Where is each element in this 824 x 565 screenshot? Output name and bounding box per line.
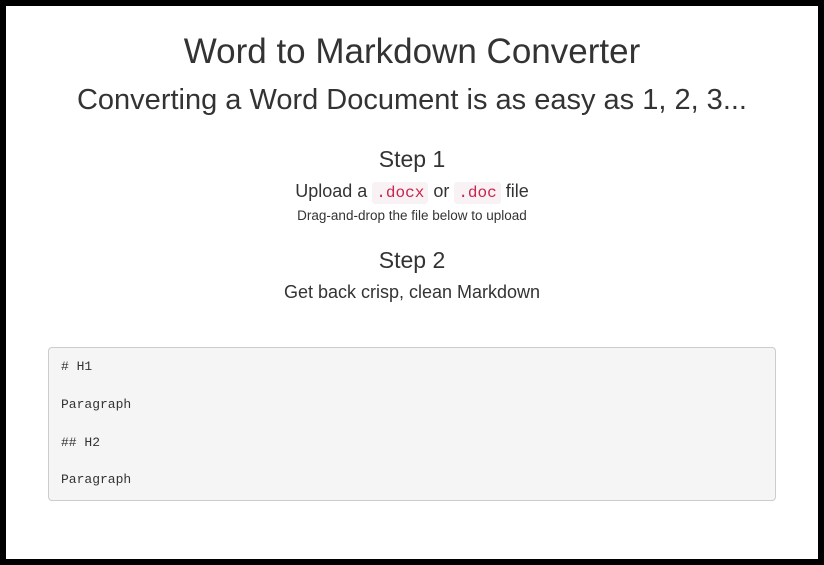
step-1-prefix: Upload a <box>295 181 372 201</box>
page-title: Word to Markdown Converter <box>46 32 778 72</box>
step-1-block: Step 1 Upload a .docx or .doc file Drag-… <box>46 146 778 223</box>
step-2-block: Step 2 Get back crisp, clean Markdown <box>46 247 778 303</box>
step-1-subtext: Drag-and-drop the file below to upload <box>46 208 778 223</box>
step-2-heading: Step 2 <box>46 247 778 274</box>
step-1-text: Upload a .docx or .doc file <box>46 181 778 202</box>
step-1-heading: Step 1 <box>46 146 778 173</box>
step-2-text: Get back crisp, clean Markdown <box>46 282 778 303</box>
step-1-mid: or <box>428 181 454 201</box>
step-1-suffix: file <box>501 181 529 201</box>
page-container: Word to Markdown Converter Converting a … <box>6 6 818 559</box>
page-subtitle: Converting a Word Document is as easy as… <box>46 82 778 118</box>
doc-extension: .doc <box>454 182 500 204</box>
markdown-output-sample: # H1 Paragraph ## H2 Paragraph <box>48 347 776 501</box>
docx-extension: .docx <box>372 182 428 204</box>
